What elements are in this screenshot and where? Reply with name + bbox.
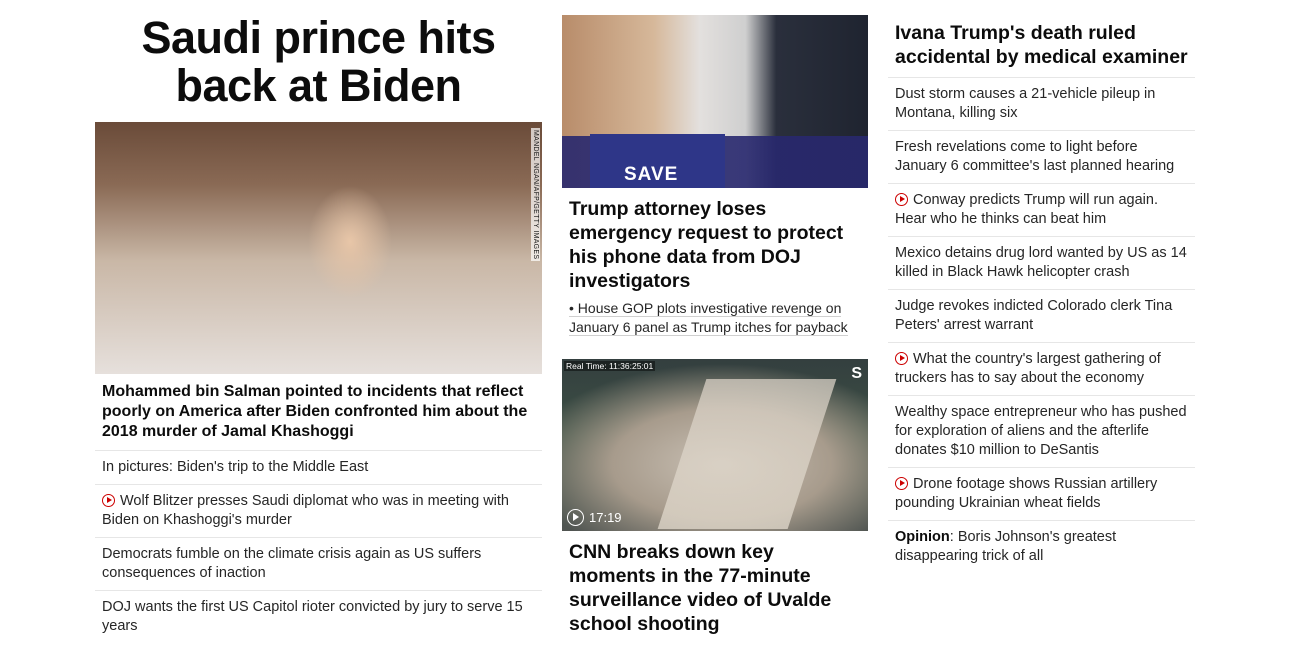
video-play-icon [895, 352, 908, 365]
list-item-text: Drone footage shows Russian artillery po… [895, 476, 1158, 511]
lead-story-photo[interactable]: MANDEL NGAN/AFP/GETTY IMAGES [95, 122, 542, 374]
list-item[interactable]: Wolf Blitzer presses Saudi diplomat who … [95, 485, 542, 538]
lead-story-column: Saudi prince hits back at Biden MANDEL N… [95, 0, 542, 643]
list-item[interactable]: What the country's largest gathering of … [888, 343, 1195, 396]
camera-timestamp: Real Time: 11:36:25:01 [564, 361, 656, 371]
list-item-text: Dust storm causes a 21-vehicle pileup in… [895, 86, 1156, 121]
list-item-text: Wealthy space entrepreneur who has pushe… [895, 404, 1187, 458]
photo-credit: MANDEL NGAN/AFP/GETTY IMAGES [531, 128, 540, 262]
video-play-icon [895, 193, 908, 206]
list-item-text: Fresh revelations come to light before J… [895, 139, 1175, 174]
list-item[interactable]: Judge revokes indicted Colorado clerk Ti… [888, 290, 1195, 343]
list-item-text: Judge revokes indicted Colorado clerk Ti… [895, 298, 1173, 333]
middle-column: SAVE Trump attorney loses emergency requ… [562, 0, 868, 636]
hallway-shape [657, 379, 837, 529]
list-item-text: Conway predicts Trump will run again. He… [895, 192, 1158, 227]
video-duration-badge: 17:19 [567, 509, 622, 526]
list-item[interactable]: Dust storm causes a 21-vehicle pileup in… [888, 78, 1195, 131]
list-item[interactable]: DOJ wants the first US Capitol rioter co… [95, 591, 542, 643]
list-item-text: Wolf Blitzer presses Saudi diplomat who … [102, 493, 509, 528]
list-item-text: In pictures: Biden's trip to the Middle … [102, 459, 369, 475]
podium-sign: SAVE [590, 134, 725, 188]
camera-logo-icon: S [851, 365, 862, 382]
right-column: Ivana Trump's death ruled accidental by … [888, 0, 1195, 573]
list-item[interactable]: Democrats fumble on the climate crisis a… [95, 538, 542, 591]
story-headline-link[interactable]: Trump attorney loses emergency request t… [562, 188, 868, 293]
list-item-text: Mexico detains drug lord wanted by US as… [895, 245, 1187, 280]
list-item[interactable]: Fresh revelations come to light before J… [888, 131, 1195, 184]
sign-text: SAVE [624, 164, 679, 185]
list-item[interactable]: Mexico detains drug lord wanted by US as… [888, 237, 1195, 290]
list-item-text: Democrats fumble on the climate crisis a… [102, 546, 482, 581]
list-item-text: DOJ wants the first US Capitol rioter co… [102, 599, 523, 634]
video-play-icon [895, 477, 908, 490]
lead-headline[interactable]: Saudi prince hits back at Biden [95, 14, 542, 110]
surveillance-video-thumbnail[interactable]: Real Time: 11:36:25:01 S 17:19 [562, 359, 868, 531]
list-item[interactable]: In pictures: Biden's trip to the Middle … [95, 451, 542, 485]
opinion-item[interactable]: Opinion: Boris Johnson's greatest disapp… [888, 521, 1195, 573]
list-item-text: What the country's largest gathering of … [895, 351, 1161, 386]
list-item[interactable]: Wealthy space entrepreneur who has pushe… [888, 396, 1195, 468]
lead-summary-link[interactable]: Mohammed bin Salman pointed to incidents… [95, 374, 542, 451]
story-headline-link[interactable]: Ivana Trump's death ruled accidental by … [888, 0, 1195, 78]
list-item[interactable]: Conway predicts Trump will run again. He… [888, 184, 1195, 237]
video-play-icon [102, 494, 115, 507]
play-icon [567, 509, 584, 526]
video-duration: 17:19 [589, 510, 622, 525]
opinion-label: Opinion [895, 529, 950, 545]
story-headline-link[interactable]: CNN breaks down key moments in the 77-mi… [562, 531, 868, 636]
related-story-text: • House GOP plots investigative revenge … [569, 300, 848, 336]
list-item[interactable]: Drone footage shows Russian artillery po… [888, 468, 1195, 521]
related-story-link[interactable]: • House GOP plots investigative revenge … [562, 293, 868, 337]
trump-attorney-photo[interactable]: SAVE [562, 15, 868, 188]
